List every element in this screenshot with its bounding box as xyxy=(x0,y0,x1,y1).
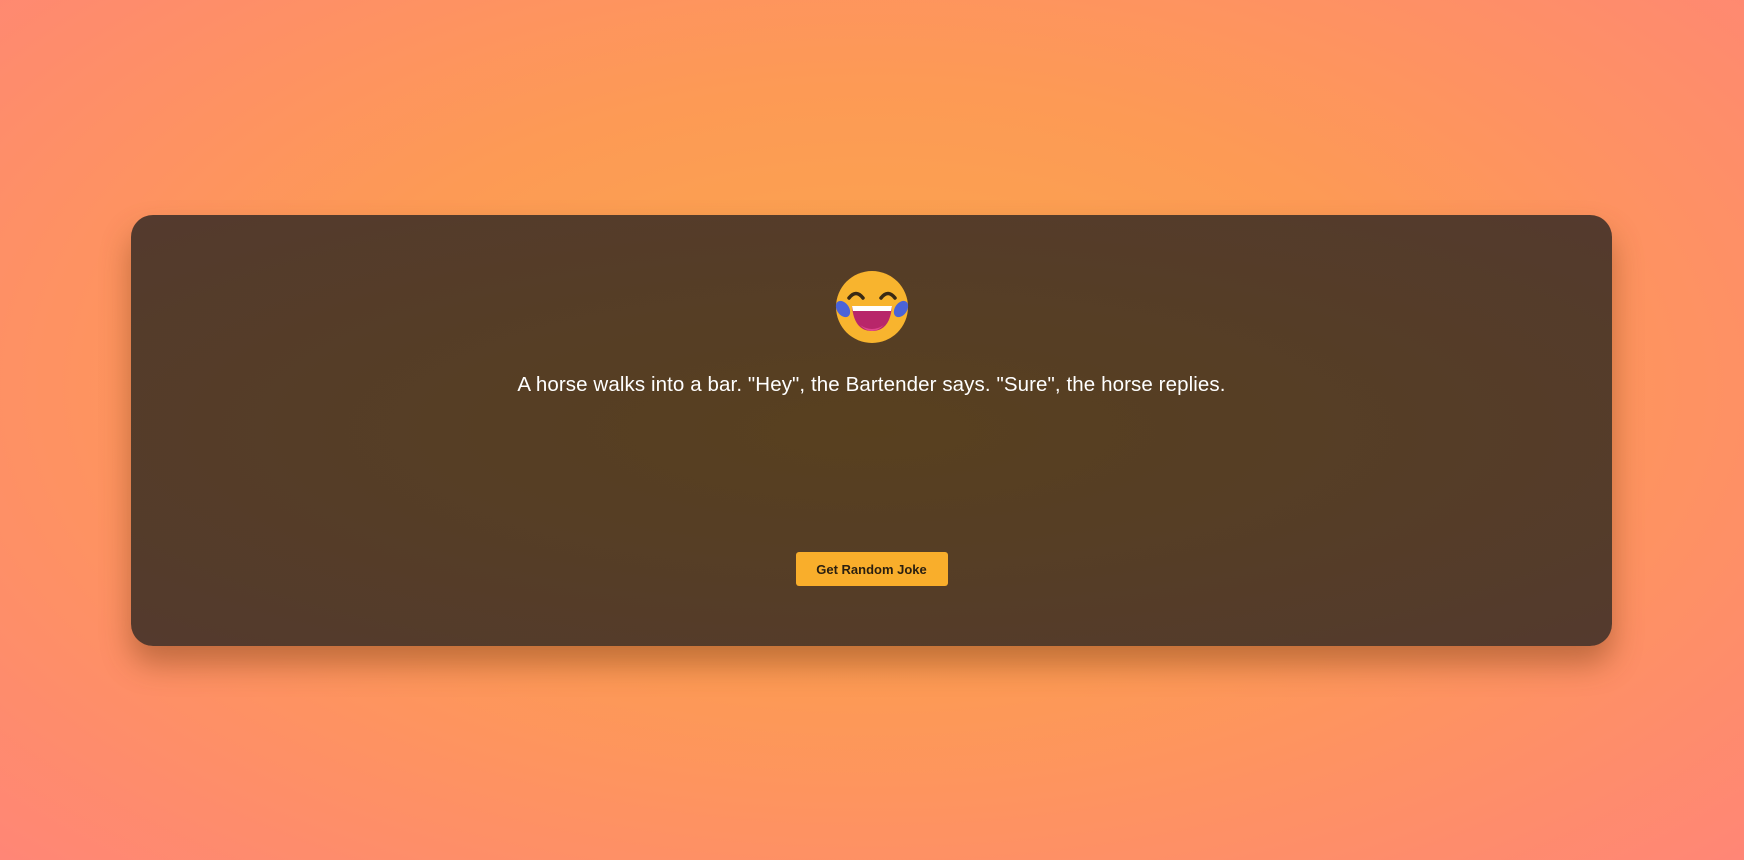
joke-text: A horse walks into a bar. "Hey", the Bar… xyxy=(517,373,1226,396)
get-random-joke-button[interactable]: Get Random Joke xyxy=(795,552,948,586)
face-with-tears-of-joy-icon xyxy=(835,271,908,343)
joke-card: A horse walks into a bar. "Hey", the Bar… xyxy=(131,215,1612,646)
